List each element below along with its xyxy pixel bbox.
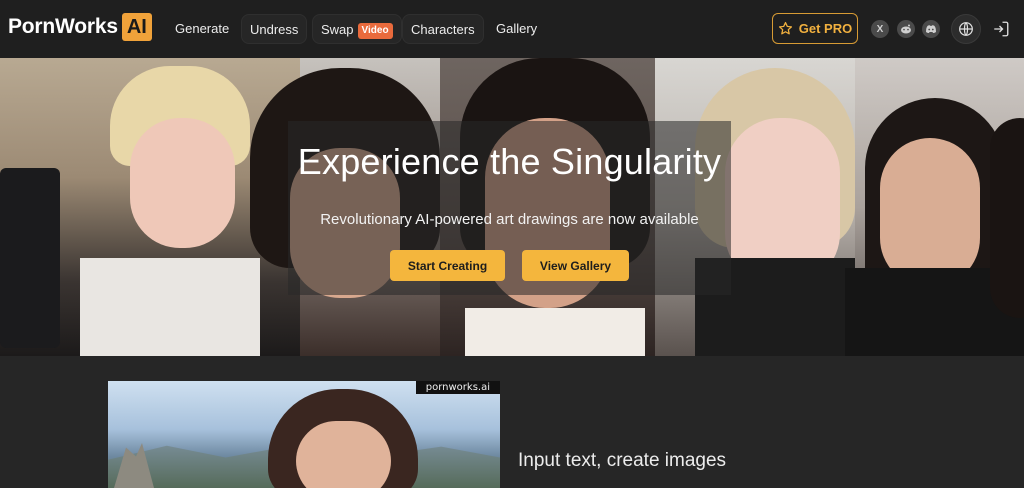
login-icon — [994, 21, 1009, 37]
nav-swap[interactable]: Swap Video — [312, 14, 402, 44]
watermark: pornworks.ai — [415, 381, 500, 394]
hero-subtitle: Revolutionary AI-powered art drawings ar… — [320, 211, 699, 228]
nav-swap-label: Swap — [321, 22, 354, 37]
video-badge: Video — [357, 23, 393, 39]
x-glyph: X — [876, 23, 884, 35]
nav-undress-label: Undress — [250, 22, 299, 37]
discord-icon[interactable] — [922, 20, 940, 38]
language-globe-button[interactable] — [951, 14, 981, 44]
view-gallery-button[interactable]: View Gallery — [522, 250, 629, 281]
nav-gallery[interactable]: Gallery — [488, 14, 545, 44]
nav-generate[interactable]: Generate — [167, 14, 237, 44]
feature-image: pornworks.ai — [108, 381, 500, 488]
x-icon[interactable]: X — [871, 20, 889, 38]
brand-logo[interactable]: PornWorks AI — [8, 13, 152, 41]
feature-title: Input text, create images — [518, 450, 727, 471]
nav-characters[interactable]: Characters — [402, 14, 484, 44]
nav-undress[interactable]: Undress — [241, 14, 308, 44]
top-navbar: PornWorks AI Generate Undress Swap Video … — [0, 0, 1024, 58]
star-icon — [778, 21, 792, 35]
start-creating-button[interactable]: Start Creating — [390, 250, 505, 281]
globe-icon — [959, 22, 973, 36]
brand-badge: AI — [121, 13, 152, 41]
hero-title: Experience the Singularity — [297, 141, 722, 182]
discord-glyph — [926, 25, 936, 34]
hero-banner — [0, 58, 1024, 356]
get-pro-label: Get PRO — [798, 21, 853, 36]
nav-gallery-label: Gallery — [496, 21, 538, 36]
reddit-icon[interactable] — [897, 20, 915, 38]
reddit-glyph — [901, 24, 911, 34]
nav-generate-label: Generate — [175, 21, 230, 36]
nav-characters-label: Characters — [411, 22, 475, 37]
login-button[interactable] — [992, 20, 1010, 38]
brand-name: PornWorks — [8, 15, 118, 38]
hero-photo-5 — [845, 58, 1024, 356]
get-pro-button[interactable]: Get PRO — [772, 13, 858, 44]
